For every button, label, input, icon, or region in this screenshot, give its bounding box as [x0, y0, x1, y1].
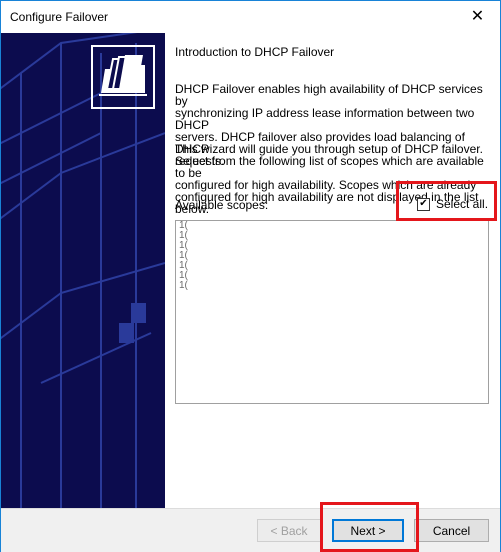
- list-item[interactable]: 1(: [176, 241, 488, 251]
- back-button[interactable]: < Back: [257, 519, 321, 542]
- list-item[interactable]: 1(: [176, 221, 488, 231]
- list-item[interactable]: 1(: [176, 231, 488, 241]
- available-scopes-label: Available scopes:: [175, 198, 269, 212]
- button-bar: < Back Next > Cancel: [1, 508, 500, 552]
- wizard-content: Introduction to DHCP Failover DHCP Failo…: [165, 33, 500, 508]
- next-button[interactable]: Next >: [332, 519, 404, 542]
- list-item[interactable]: 1(: [176, 261, 488, 271]
- folder-documents-icon: [91, 45, 155, 109]
- scopes-listbox[interactable]: 1( 1( 1( 1( 1( 1( 1(: [175, 220, 489, 404]
- window-title: Configure Failover: [10, 10, 109, 24]
- list-item[interactable]: 1(: [176, 281, 488, 291]
- select-all-checkbox[interactable]: ✔ Select all.: [417, 197, 488, 211]
- checkbox-checked-icon[interactable]: ✔: [417, 197, 430, 211]
- title-bar: Configure Failover ✕: [1, 1, 500, 33]
- select-all-label[interactable]: Select all.: [436, 197, 488, 211]
- cancel-button[interactable]: Cancel: [414, 519, 489, 542]
- configure-failover-window: Configure Failover ✕ Introduction to DHC…: [0, 0, 501, 552]
- intro-line: synchronizing IP address lease informati…: [175, 106, 475, 132]
- wizard-sidebar-banner: [1, 33, 165, 508]
- page-heading: Introduction to DHCP Failover: [175, 45, 335, 59]
- intro-line: DHCP Failover enables high availability …: [175, 82, 483, 108]
- list-item[interactable]: 1(: [176, 271, 488, 281]
- list-item[interactable]: 1(: [176, 251, 488, 261]
- close-button[interactable]: ✕: [455, 1, 500, 31]
- guide-line: Select from the following list of scopes…: [175, 154, 484, 180]
